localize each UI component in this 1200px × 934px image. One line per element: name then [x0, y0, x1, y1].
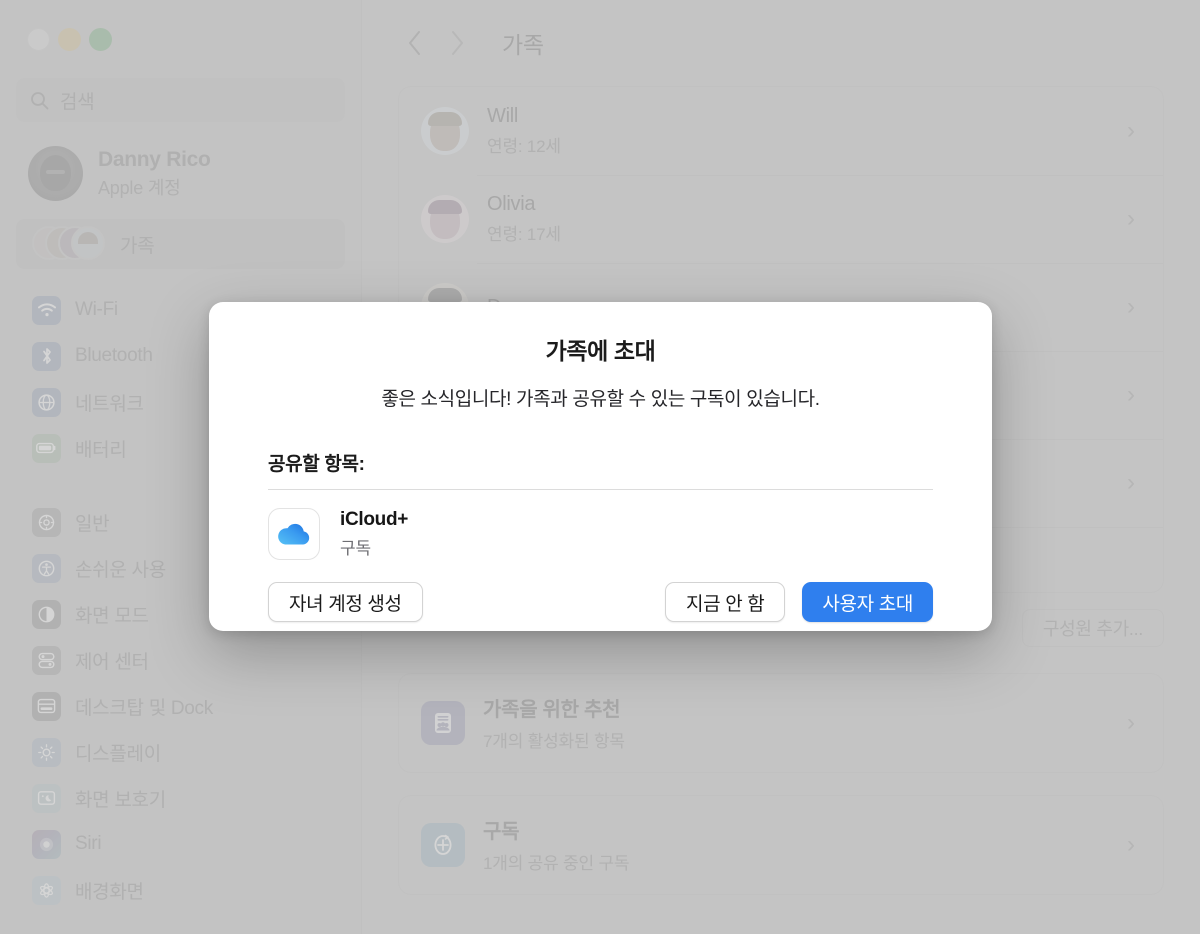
list-item[interactable]: 가족을 위한 추천 7개의 활성화된 항목 › [399, 674, 1163, 772]
accessibility-icon [32, 553, 61, 583]
sidebar-item-label: 배경화면 [75, 881, 144, 903]
search-icon [30, 91, 49, 110]
sidebar-item-control-center[interactable]: 제어 센터 [16, 637, 345, 683]
screen: 검색 Danny Rico Apple 계정 가족 Wi-Fi Bluetoot… [0, 0, 1200, 934]
feature-subtitle: 1개의 공유 중인 구독 [483, 854, 630, 874]
sidebar-item-label: Siri [75, 833, 102, 854]
feature-title: 가족을 위한 추천 [483, 699, 621, 722]
share-item-subtitle: 구독 [340, 539, 371, 558]
search-placeholder: 검색 [60, 91, 95, 113]
sidebar-item-label: 손쉬운 사용 [75, 559, 166, 581]
feature-subtitle: 7개의 활성화된 항목 [483, 732, 625, 752]
chevron-right-icon: › [1127, 205, 1135, 232]
minimize-window-button[interactable] [58, 28, 81, 51]
sidebar-item-wallpaper[interactable]: 배경화면 [16, 867, 345, 913]
sidebar-item-label: 화면 보호기 [75, 789, 166, 811]
maximize-window-button[interactable] [89, 28, 112, 51]
wallpaper-icon [32, 875, 61, 905]
sidebar-item-label: Bluetooth [75, 345, 153, 366]
dialog-actions: 자녀 계정 생성 지금 안 함 사용자 초대 [268, 582, 933, 622]
member-name: Olivia [487, 193, 536, 215]
sidebar-item-siri[interactable]: Siri [16, 821, 345, 867]
chevron-right-icon: › [1127, 117, 1135, 144]
chevron-right-icon[interactable] [440, 26, 474, 60]
sidebar-item-label: 배터리 [75, 439, 127, 461]
sidebar-item-account[interactable]: Danny Rico Apple 계정 [14, 130, 347, 215]
member-subtitle: 연령: 12세 [487, 137, 561, 156]
chevron-right-icon: › [1127, 381, 1135, 408]
window-controls [14, 0, 347, 58]
screensaver-icon [32, 783, 61, 813]
chevron-right-icon: › [1127, 469, 1135, 496]
table-row[interactable]: Olivia 연령: 17세 › [399, 175, 1163, 263]
sidebar-item-family[interactable]: 가족 [16, 219, 345, 269]
search-input[interactable]: 검색 [16, 78, 345, 122]
content-header: 가족 [362, 0, 1200, 86]
sidebar-item-label: 제어 센터 [75, 651, 149, 673]
avatar [421, 195, 469, 243]
sidebar-item-label: 가족 [120, 235, 155, 257]
appearance-icon [32, 599, 61, 629]
chevron-left-icon[interactable] [398, 26, 432, 60]
account-name: Danny Rico [98, 147, 211, 171]
chevron-right-icon: › [1127, 708, 1135, 736]
share-items-label: 공유할 항목: [268, 454, 365, 475]
siri-icon [32, 829, 61, 859]
add-member-button[interactable]: 구성원 추가... [1021, 608, 1164, 647]
member-name: Will [487, 105, 519, 127]
member-subtitle: 연령: 17세 [487, 225, 561, 244]
globe-icon [32, 387, 61, 417]
control-center-icon [32, 645, 61, 675]
invite-user-button[interactable]: 사용자 초대 [802, 582, 933, 622]
sidebar-item-desktop-dock[interactable]: 데스크탑 및 Dock [16, 683, 345, 729]
sidebar-item-label: Wi-Fi [75, 299, 118, 320]
family-checklist-icon [421, 700, 465, 745]
list-item[interactable]: 구독 1개의 공유 중인 구독 › [399, 796, 1163, 894]
sidebar-item-label: 데스크탑 및 Dock [75, 697, 213, 719]
sidebar-item-screensaver[interactable]: 화면 보호기 [16, 775, 345, 821]
chevron-right-icon: › [1127, 293, 1135, 320]
desktop-dock-icon [32, 691, 61, 721]
gear-icon [32, 507, 61, 537]
avatar [421, 107, 469, 155]
feature-title: 구독 [483, 821, 520, 844]
invite-family-dialog: 가족에 초대 좋은 소식입니다! 가족과 공유할 수 있는 구독이 있습니다. … [209, 302, 992, 631]
not-now-button[interactable]: 지금 안 함 [665, 582, 786, 622]
avatar [28, 146, 83, 201]
sidebar-item-label: 네트워크 [75, 393, 144, 415]
chevron-right-icon: › [1127, 830, 1135, 858]
dialog-title: 가족에 초대 [545, 338, 656, 364]
wifi-icon [32, 295, 61, 325]
table-row[interactable]: Will 연령: 12세 › [399, 87, 1163, 175]
sidebar-item-display[interactable]: 디스플레이 [16, 729, 345, 775]
sidebar-item-label: 화면 모드 [75, 605, 149, 627]
list-item: iCloud+ 구독 [268, 508, 933, 560]
bluetooth-icon [32, 341, 61, 371]
share-item-name: iCloud+ [340, 509, 409, 530]
icloud-icon [268, 508, 320, 560]
subscriptions-icon [421, 822, 465, 867]
battery-icon [32, 433, 61, 463]
recommendations-card: 가족을 위한 추천 7개의 활성화된 항목 › [398, 672, 1164, 773]
account-subtitle: Apple 계정 [98, 177, 181, 198]
sidebar-item-label: 디스플레이 [75, 743, 161, 765]
display-icon [32, 737, 61, 767]
create-child-account-button[interactable]: 자녀 계정 생성 [268, 582, 423, 622]
family-avatars-icon [32, 226, 106, 262]
divider [268, 489, 933, 490]
sidebar-item-label: 일반 [75, 513, 110, 535]
close-window-button[interactable] [27, 28, 50, 51]
page-title: 가족 [502, 32, 544, 58]
subscriptions-card: 구독 1개의 공유 중인 구독 › [398, 794, 1164, 895]
dialog-subtitle: 좋은 소식입니다! 가족과 공유할 수 있는 구독이 있습니다. [381, 389, 820, 410]
